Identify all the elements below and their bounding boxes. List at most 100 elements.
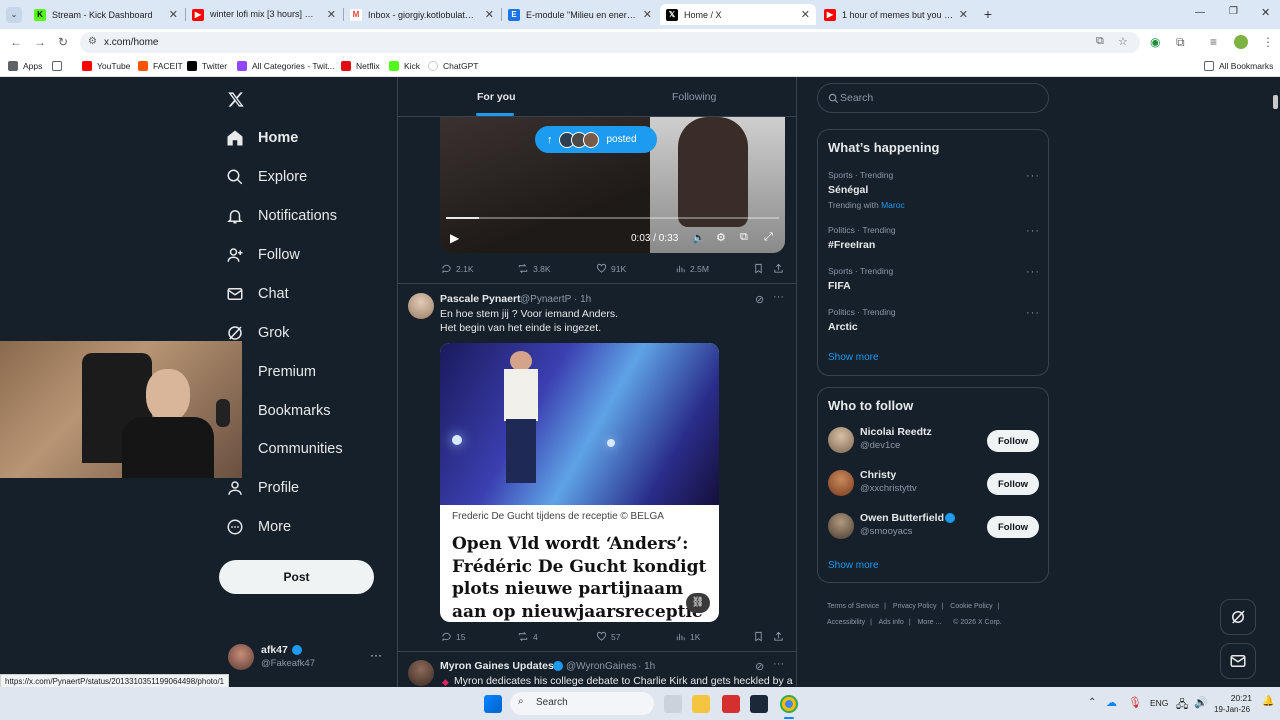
follow-suggestion[interactable]: Nicolai Reedtz @dev1ce Follow	[818, 424, 1048, 458]
more-dots-icon[interactable]: ···	[1026, 266, 1040, 278]
trend-item[interactable]: Politics · Trending #FreeIran ···	[818, 219, 1048, 255]
bookmark-button[interactable]	[753, 631, 768, 642]
tab-search-icon[interactable]: ⌄	[6, 7, 22, 23]
taskbar-date[interactable]: 19-Jan-26	[1214, 705, 1250, 714]
sidebar-item-chat[interactable]: Chat	[226, 285, 289, 303]
new-posts-pill[interactable]: ↑ posted	[535, 126, 657, 153]
article-card[interactable]: Frederic De Gucht tijdens de receptie © …	[440, 343, 719, 622]
tab-for-you[interactable]: For you	[477, 91, 516, 103]
search-input[interactable]: Search	[817, 83, 1049, 113]
views-button[interactable]: 1K	[675, 631, 700, 642]
post-button[interactable]: Post	[219, 560, 374, 594]
chrome-icon[interactable]	[780, 695, 798, 713]
bookmark-twitch[interactable]: All Categories - Twit...	[237, 61, 335, 71]
post-author-name[interactable]: Pascale Pynaert	[440, 293, 521, 305]
browser-tab[interactable]: ▶ winter lofi mix [3 hours] ❄️ rela ✕	[186, 4, 342, 25]
footer-link[interactable]: More ...	[918, 619, 942, 626]
follow-button[interactable]: Follow	[987, 430, 1039, 452]
bookmark-kick[interactable]: Kick	[389, 61, 420, 71]
tray-app-icon[interactable]: ☁	[1106, 696, 1117, 709]
more-dots-icon[interactable]: ···	[773, 658, 784, 670]
bookmark-faceit[interactable]: FACEIT	[138, 61, 183, 71]
puzzle-icon[interactable]: ⧉	[1176, 35, 1185, 50]
link-icon[interactable]: ⛓	[686, 593, 710, 613]
browser-tab-active[interactable]: 𝕏 Home / X ✕	[660, 4, 816, 25]
bookmark-star-icon[interactable]: ☆	[1118, 35, 1128, 48]
post-time[interactable]: · 1h	[638, 661, 655, 672]
bookmark-netflix[interactable]: Netflix	[341, 61, 380, 71]
bookmark-button[interactable]	[753, 263, 768, 274]
reply-button[interactable]: 2.1K	[441, 263, 474, 274]
tray-chevron-icon[interactable]: ⌃	[1088, 697, 1096, 708]
microphone-icon[interactable]: 🎙	[1128, 696, 1142, 709]
follow-suggestion[interactable]: Owen Butterfield @smooyacs Follow	[818, 510, 1048, 544]
show-more-link[interactable]: Show more	[828, 352, 879, 363]
trend-item[interactable]: Politics · Trending Arctic ···	[818, 301, 1048, 337]
reply-button[interactable]: 15	[441, 631, 465, 642]
trend-item[interactable]: Sports · Trending Sénégal Trending with …	[818, 164, 1048, 210]
avatar[interactable]	[408, 293, 434, 319]
menu-icon[interactable]: ⋮	[1262, 35, 1274, 49]
address-bar[interactable]: ⚙ x.com/home ⧉ ☆	[80, 32, 1140, 53]
maximize-icon[interactable]: ❐	[1229, 6, 1238, 17]
close-icon[interactable]: ✕	[801, 8, 810, 21]
sidebar-item-follow[interactable]: Follow	[226, 246, 300, 264]
bookmark-apps[interactable]: Apps	[8, 61, 42, 71]
close-icon[interactable]: ✕	[327, 8, 336, 21]
repost-button[interactable]: 3.8K	[517, 263, 551, 274]
speaker-icon[interactable]: 🔊	[1194, 696, 1208, 709]
account-switcher[interactable]: afk47 @Fakeafk47 ···	[226, 640, 386, 676]
x-logo-icon[interactable]	[227, 91, 245, 108]
extension-icon[interactable]: ◉	[1150, 35, 1160, 49]
scrollbar-thumb[interactable]	[1273, 95, 1278, 109]
avatar[interactable]	[408, 660, 434, 686]
taskbar-search[interactable]: ⌕ Search	[510, 692, 654, 715]
footer-link[interactable]: Privacy Policy	[893, 603, 937, 610]
grok-icon[interactable]: ⊘	[755, 660, 764, 673]
post-author-handle[interactable]: @PynaertP	[520, 294, 571, 305]
popout-icon[interactable]: ⧉	[740, 231, 748, 244]
sidebar-item-grok[interactable]: Grok	[226, 324, 289, 342]
like-button[interactable]: 57	[596, 631, 620, 642]
sidebar-item-explore[interactable]: Explore	[226, 168, 307, 186]
sidebar-item-more[interactable]: More	[226, 518, 291, 536]
close-window-icon[interactable]: ✕	[1261, 6, 1270, 19]
browser-tab[interactable]: M Inbox - giorgiy.kotlobulat@vda ✕	[344, 4, 500, 25]
all-bookmarks[interactable]: All Bookmarks	[1204, 61, 1273, 71]
profile-avatar-icon[interactable]	[1234, 35, 1248, 49]
footer-link[interactable]: Cookie Policy	[950, 603, 992, 610]
more-dots-icon[interactable]: ···	[1026, 225, 1040, 237]
minimize-icon[interactable]: —	[1195, 7, 1205, 18]
messages-floating-button[interactable]	[1220, 643, 1256, 679]
footer-link[interactable]: Terms of Service	[827, 603, 879, 610]
bookmark-twitter[interactable]: Twitter	[187, 61, 227, 71]
follow-button[interactable]: Follow	[987, 516, 1039, 538]
grok-icon[interactable]: ⊘	[755, 293, 764, 306]
bookmark-youtube[interactable]: YouTube	[82, 61, 130, 71]
close-icon[interactable]: ✕	[169, 8, 178, 21]
trend-link[interactable]: Maroc	[881, 200, 905, 210]
settings-icon[interactable]: ⚙	[716, 231, 726, 244]
bookmark-chatgpt[interactable]: ChatGPT	[428, 61, 478, 71]
browser-tab[interactable]: K Stream - Kick Dashboard ✕	[28, 4, 184, 25]
taskbar-clock[interactable]: 20:21	[1230, 693, 1252, 703]
install-app-icon[interactable]: ⧉	[1096, 35, 1104, 48]
more-dots-icon[interactable]: ···	[1026, 307, 1040, 319]
volume-icon[interactable]: 🔈	[692, 231, 706, 244]
more-dots-icon[interactable]: ···	[1026, 170, 1040, 182]
forward-icon[interactable]: →	[34, 35, 46, 49]
network-icon[interactable]: 🖧	[1176, 696, 1188, 715]
page-scrollbar[interactable]	[1270, 77, 1280, 687]
footer-link[interactable]: Accessibility	[827, 619, 865, 626]
sidebar-item-home[interactable]: Home	[226, 129, 298, 147]
footer-link[interactable]: Ads info	[879, 619, 904, 626]
back-icon[interactable]: ←	[10, 35, 22, 49]
like-button[interactable]: 91K	[596, 263, 626, 274]
close-icon[interactable]: ✕	[643, 8, 652, 21]
reload-icon[interactable]: ↻	[58, 35, 68, 49]
bookmark-grid[interactable]	[52, 61, 67, 71]
media-control-icon[interactable]: ≡	[1210, 35, 1217, 49]
show-more-link[interactable]: Show more	[828, 560, 879, 571]
sidebar-item-notifications[interactable]: Notifications	[226, 207, 337, 225]
sidebar-item-profile[interactable]: Profile	[226, 479, 299, 497]
